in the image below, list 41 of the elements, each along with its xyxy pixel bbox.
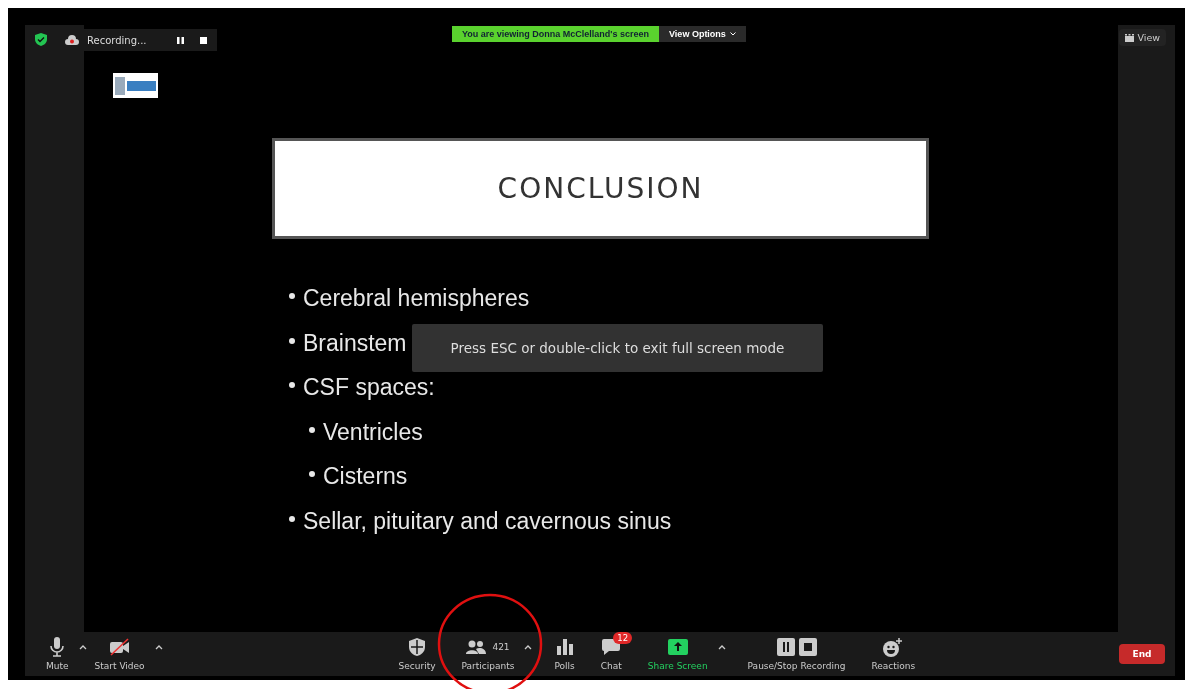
end-button[interactable]: End: [1119, 644, 1165, 664]
toolbar-button[interactable]: Pause/Stop Recording: [741, 634, 852, 674]
bullet-text: Sellar, pituitary and cavernous sinus: [303, 507, 672, 535]
bullet-text: Ventricles: [323, 418, 423, 446]
slide-title: CONCLUSION: [272, 138, 929, 239]
bar-chart-icon: [556, 639, 573, 655]
chevron-down-icon: [729, 32, 736, 36]
toolbar-button[interactable]: Mute: [40, 634, 75, 674]
bullet-text: Cerebral hemispheres: [303, 285, 530, 312]
cloud-record-icon: [65, 35, 79, 45]
bullet-text: Brainstem: [303, 329, 407, 357]
grid-icon: [1125, 33, 1135, 42]
shield-icon: [409, 638, 426, 656]
toolbar-button[interactable]: Security: [392, 634, 442, 674]
video-off-icon: [108, 638, 131, 656]
viewing-banner: You are viewing Donna McClelland's screen: [452, 26, 660, 42]
microphone-icon: [50, 637, 65, 657]
people-icon: [466, 640, 487, 654]
bullet-text: CSF spaces:: [303, 374, 435, 401]
bullet-icon: [309, 471, 315, 477]
share-screen-icon: [667, 639, 688, 655]
bullet-text: Cisterns: [323, 463, 408, 490]
toolbar-button[interactable]: Polls: [548, 634, 581, 674]
view-options-button[interactable]: View Options: [659, 26, 746, 42]
toolbar-button[interactable]: Reactions: [865, 634, 922, 674]
bullet-icon: [309, 426, 315, 433]
bullet-icon: [289, 515, 295, 522]
shield-check-icon: [35, 33, 47, 46]
toolbar-button[interactable]: Start Video: [88, 634, 151, 674]
pause-stop-icon: [776, 638, 817, 656]
toolbar-button[interactable]: Share Screen: [641, 634, 714, 674]
bullet-icon: [289, 293, 295, 299]
fullscreen-toast: Press ESC or double-click to exit full screen mode: [412, 324, 823, 372]
recording-status: Recording...: [87, 34, 147, 46]
view-button[interactable]: View: [1119, 29, 1166, 46]
logo-placeholder: [113, 73, 158, 98]
bullet-icon: [289, 337, 295, 344]
speech-bubble-icon: [602, 639, 621, 655]
smiley-plus-icon: [883, 637, 904, 657]
unread-badge: 12: [613, 632, 633, 644]
bullet-icon: [289, 382, 295, 388]
